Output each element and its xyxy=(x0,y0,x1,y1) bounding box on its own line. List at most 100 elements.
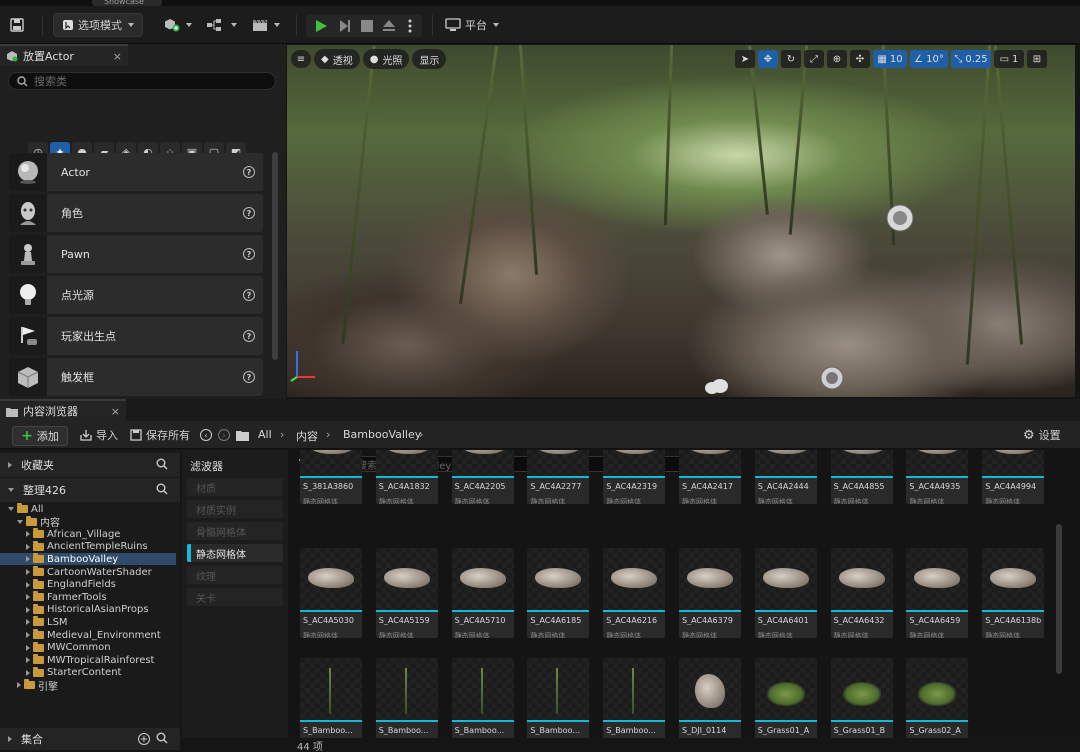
save-all-button[interactable]: 保存所有 xyxy=(130,423,190,447)
scale-snap-toggle[interactable]: ⤡ 0.25 xyxy=(951,50,991,68)
expand-arrow-icon[interactable] xyxy=(8,462,12,468)
project-header[interactable]: 整理426 xyxy=(0,478,180,502)
reflection-sphere-icon[interactable] xyxy=(885,203,915,233)
expand-arrow-icon[interactable] xyxy=(26,606,30,613)
actor-item-trigger-box[interactable]: 触发框 ? xyxy=(9,358,263,396)
rotate-tool-icon[interactable]: ↻ xyxy=(781,50,801,68)
expand-arrow-icon[interactable] xyxy=(26,581,30,588)
asset-tile[interactable]: S_AC4A4935 静态网格体 xyxy=(906,450,969,504)
breadcrumb-bamboovalley[interactable]: BambooValley xyxy=(343,428,421,441)
expand-arrow-icon[interactable] xyxy=(26,657,30,664)
expand-arrow-icon[interactable] xyxy=(26,556,30,563)
add-content-button[interactable] xyxy=(164,13,192,37)
tree-folder[interactable]: Medieval_Environment xyxy=(0,629,176,641)
collapse-arrow-icon[interactable] xyxy=(17,519,23,524)
asset-tile[interactable]: S_AC4A2444 静态网格体 xyxy=(754,450,817,504)
collapse-arrow-icon[interactable] xyxy=(8,507,14,511)
help-icon[interactable]: ? xyxy=(243,207,255,219)
asset-tile[interactable]: S_DJI_0114静态网格体 xyxy=(679,658,741,738)
tree-folder[interactable]: EnglandFields xyxy=(0,578,176,591)
add-collection-icon[interactable]: + xyxy=(138,733,150,745)
expand-arrow-icon[interactable] xyxy=(26,619,30,626)
asset-tile[interactable]: S_Grass01_B静态网格体 xyxy=(830,658,893,738)
play-icon[interactable] xyxy=(314,19,328,33)
asset-tile[interactable]: S_AC4A6459 静态网格体 xyxy=(906,548,969,638)
asset-tile[interactable]: S_AC4A2277 静态网格体 xyxy=(527,450,590,504)
expand-arrow-icon[interactable] xyxy=(8,736,12,742)
rotation-snap-toggle[interactable]: ∠ 10° xyxy=(910,50,948,68)
level-viewport[interactable]: ≡ ◆ 透视 ● 光照 显示 ➤ ✥ ↻ ⤢ ⊕ ✣ ▦ 10 ∠ 10° ⤡ … xyxy=(287,45,1075,397)
filter-chip[interactable]: 材质实例 xyxy=(187,500,283,518)
filter-chip[interactable]: 纹理 xyxy=(187,566,283,584)
asset-tile[interactable]: S_AC4A4994 静态网格体 xyxy=(982,450,1045,504)
asset-tile[interactable]: S_381A3860 静态网格体 xyxy=(300,450,362,504)
grid-snap-toggle[interactable]: ▦ 10 xyxy=(873,50,907,68)
actor-item-pawn[interactable]: Pawn ? xyxy=(9,235,263,273)
camera-speed-button[interactable]: ▭ 1 xyxy=(994,50,1024,68)
help-icon[interactable]: ? xyxy=(243,248,255,260)
help-icon[interactable]: ? xyxy=(243,371,255,383)
asset-tile[interactable]: S_Grass01_A静态网格体 xyxy=(754,658,817,738)
collapse-arrow-icon[interactable] xyxy=(8,488,14,492)
select-tool-icon[interactable]: ➤ xyxy=(735,50,755,68)
expand-arrow-icon[interactable] xyxy=(26,669,30,676)
help-icon[interactable]: ? xyxy=(243,289,255,301)
blueprint-button[interactable] xyxy=(207,13,237,37)
asset-tile[interactable]: S_AC4A6185 静态网格体 xyxy=(527,548,590,638)
tree-folder[interactable]: AncientTempleRuins xyxy=(0,540,176,553)
search-icon[interactable] xyxy=(156,458,168,473)
show-button[interactable]: 显示 xyxy=(412,49,447,69)
tree-folder[interactable]: HistoricalAsianProps xyxy=(0,603,176,616)
filter-chip[interactable]: 材质 xyxy=(187,478,283,496)
asset-tile[interactable]: S_AC4A6138b 静态网格体 xyxy=(982,548,1045,638)
tree-folder[interactable]: CartoonWaterShader xyxy=(0,566,176,578)
forward-icon[interactable]: › xyxy=(218,429,230,441)
asset-tile[interactable]: S_AC4A6379 静态网格体 xyxy=(679,548,741,638)
asset-tile[interactable]: S_AC4A2319 静态网格体 xyxy=(603,450,666,504)
asset-tile[interactable]: S_AC4A5159 静态网格体 xyxy=(375,548,438,638)
collections-header[interactable]: 集合 + xyxy=(0,728,180,750)
step-icon[interactable] xyxy=(338,19,352,33)
asset-tile[interactable]: S_AC4A6432 静态网格体 xyxy=(830,548,893,638)
close-icon[interactable]: × xyxy=(113,50,122,63)
asset-tile[interactable]: S_Bamboo...静态网格体 xyxy=(375,658,438,738)
platforms-button[interactable]: 平台 xyxy=(445,13,499,37)
asset-tile[interactable]: S_AC4A1832 静态网格体 xyxy=(375,450,438,504)
filter-chip[interactable]: 关卡 xyxy=(187,588,283,606)
lit-button[interactable]: ● 光照 xyxy=(362,49,410,69)
asset-tile[interactable]: S_AC4A6216 静态网格体 xyxy=(603,548,666,638)
tree-folder[interactable]: 内容 xyxy=(0,515,176,529)
expand-arrow-icon[interactable] xyxy=(26,569,30,575)
asset-tile[interactable]: S_AC4A2205 静态网格体 xyxy=(451,450,514,504)
import-button[interactable]: 导入 xyxy=(80,423,118,447)
actor-item-player-start[interactable]: 玩家出生点 ? xyxy=(9,317,263,355)
breadcrumb-all[interactable]: All xyxy=(258,428,272,441)
help-icon[interactable]: ? xyxy=(243,330,255,342)
add-button[interactable]: + 添加 xyxy=(12,426,68,446)
expand-arrow-icon[interactable] xyxy=(26,632,30,638)
back-icon[interactable]: ‹ xyxy=(200,429,212,441)
search-icon[interactable] xyxy=(156,732,168,747)
tree-folder[interactable]: 引擎 xyxy=(0,679,176,693)
more-options-icon[interactable] xyxy=(408,19,412,33)
cinematics-button[interactable] xyxy=(252,13,280,37)
asset-tile[interactable]: S_AC4A5030 静态网格体 xyxy=(300,548,362,638)
asset-tile[interactable]: S_AC4A2417 静态网格体 xyxy=(679,450,741,504)
help-icon[interactable]: ? xyxy=(243,166,255,178)
expand-arrow-icon[interactable] xyxy=(17,682,21,689)
tree-folder[interactable]: All xyxy=(0,503,176,515)
asset-tile[interactable]: S_AC4A4855 静态网格体 xyxy=(830,450,893,504)
asset-tile[interactable]: S_Bamboo...静态网格体 xyxy=(527,658,590,738)
actor-item-character[interactable]: 角色 ? xyxy=(9,194,263,232)
tree-folder[interactable]: African_Village xyxy=(0,528,176,540)
asset-tile[interactable]: S_AC4A5710 静态网格体 xyxy=(451,548,514,638)
asset-tile[interactable]: S_Bamboo...静态网格体 xyxy=(603,658,666,738)
world-space-icon[interactable]: ⊕ xyxy=(827,50,847,68)
place-actors-tab[interactable]: 放置Actor × xyxy=(0,44,128,66)
expand-arrow-icon[interactable] xyxy=(26,594,30,601)
viewport-menu-icon[interactable]: ≡ xyxy=(291,50,311,68)
favorites-header[interactable]: 收藏夹 xyxy=(0,453,180,477)
asset-tile[interactable]: S_Grass02_A静态网格体 xyxy=(906,658,969,738)
settings-button[interactable]: ⚙ 设置 xyxy=(1023,423,1061,447)
actor-item-point-light[interactable]: 点光源 ? xyxy=(9,276,263,314)
